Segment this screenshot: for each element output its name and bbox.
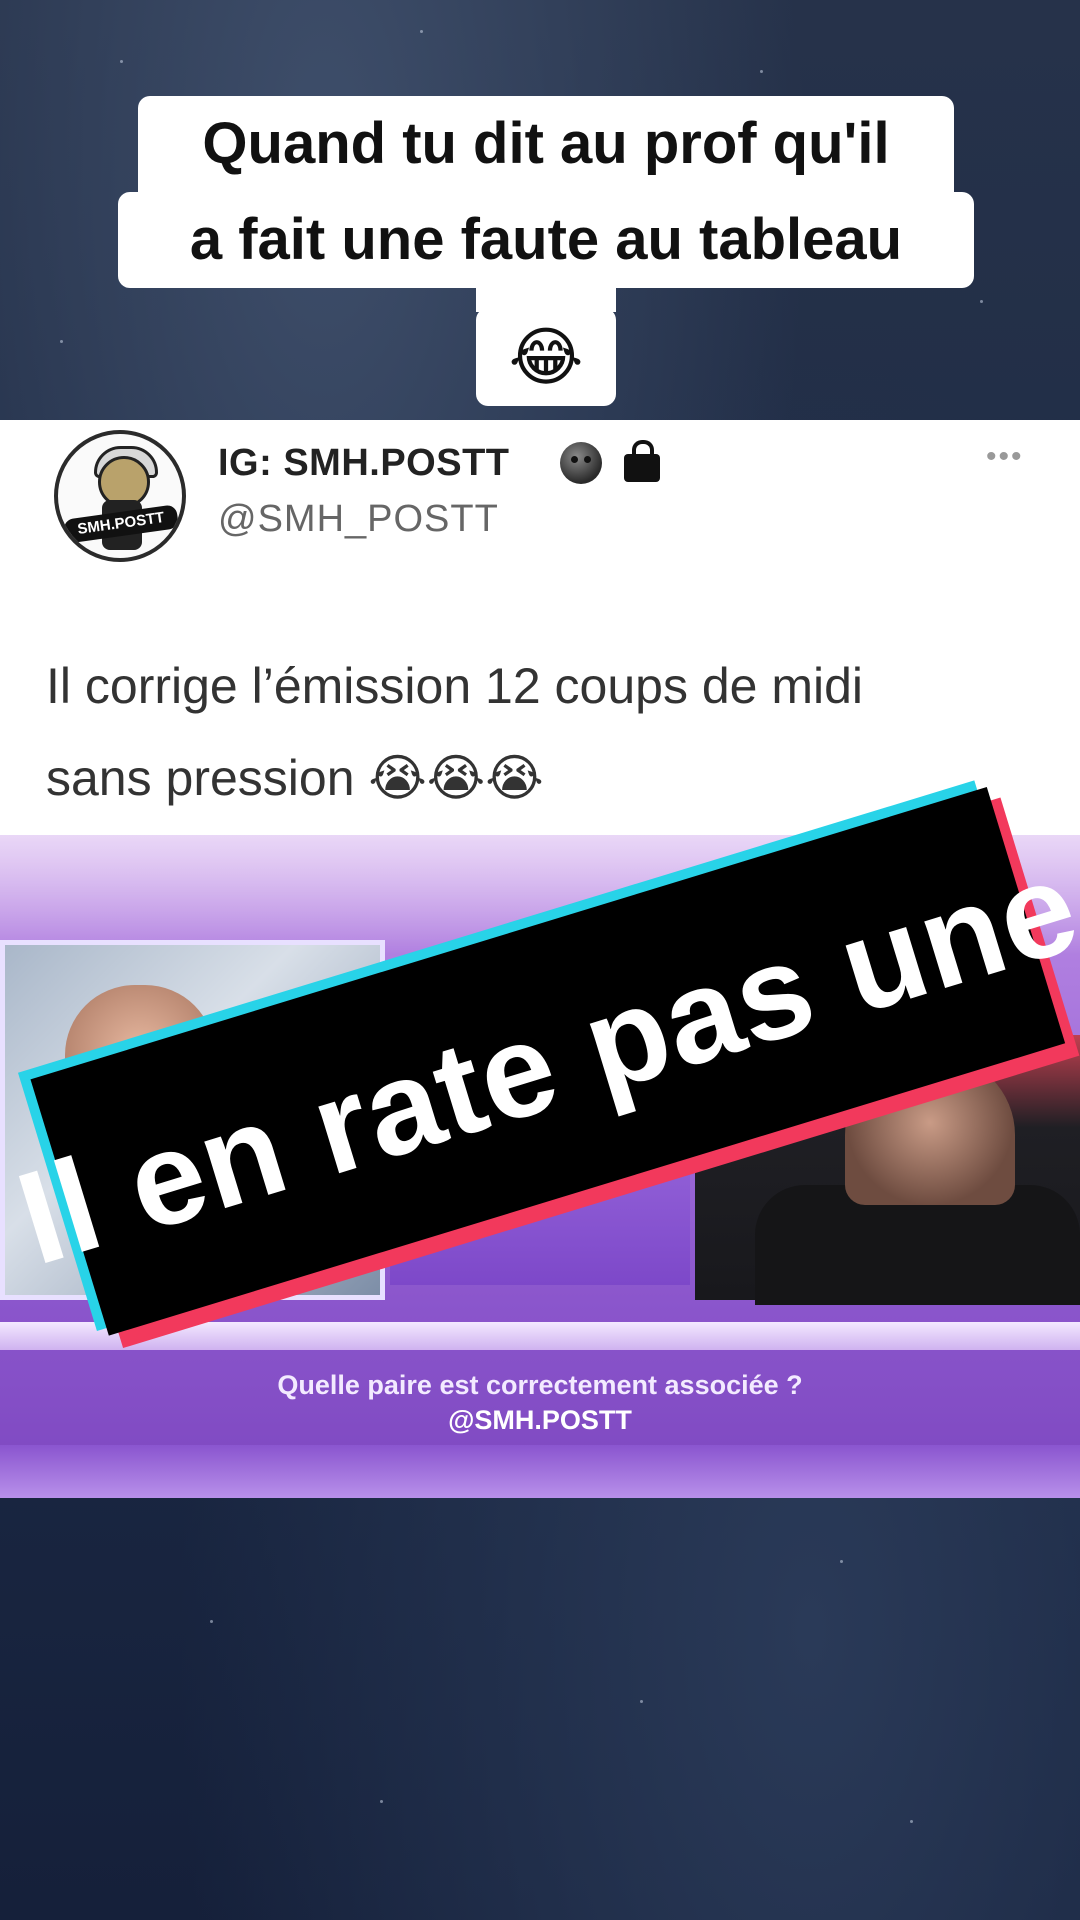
show-question: Quelle paire est correctement associée ? bbox=[277, 1370, 803, 1400]
tweet-author-name[interactable]: IG: SMH.POSTT bbox=[218, 442, 510, 485]
tweet-author-handle[interactable]: @SMH_POSTT bbox=[218, 498, 499, 541]
avatar[interactable]: SMH.POSTT bbox=[54, 430, 186, 562]
more-options-icon[interactable]: ••• bbox=[986, 440, 1024, 474]
lock-icon bbox=[624, 440, 660, 482]
tweet-text: Il corrige l’émission 12 coups de midi s… bbox=[46, 640, 1046, 824]
tweet-text-line-1: Il corrige l’émission 12 coups de midi bbox=[46, 658, 864, 714]
caption-line-2: a fait une faute au tableau bbox=[118, 192, 974, 288]
tweet-card: SMH.POSTT IG: SMH.POSTT @SMH_POSTT ••• I… bbox=[0, 420, 1080, 835]
video-watermark: @SMH.POSTT bbox=[448, 1405, 632, 1435]
dark-face-emoji-icon bbox=[560, 442, 602, 484]
caption-line-1: Quand tu dit au prof qu'il bbox=[138, 96, 954, 192]
caption-emoji: 😂 bbox=[476, 308, 616, 406]
